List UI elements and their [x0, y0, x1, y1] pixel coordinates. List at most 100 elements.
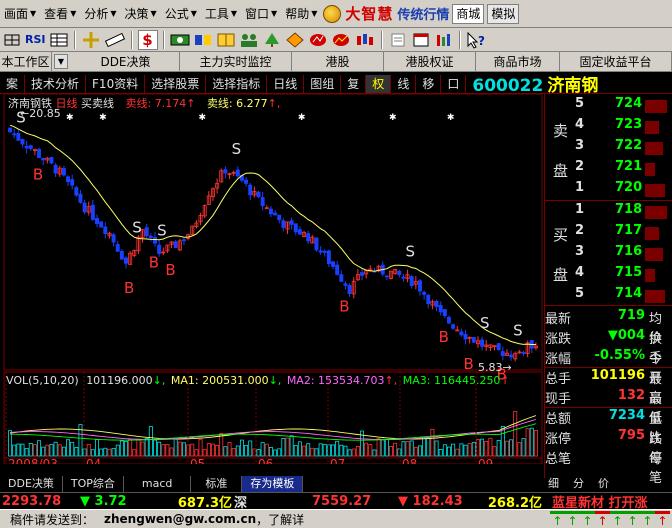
menu-screen[interactable]: 画面 ▼: [0, 4, 40, 24]
menu-formula[interactable]: 公式 ▼: [161, 4, 201, 24]
kline-chart[interactable]: S B B S B S B S B S B B S B S ✱ ✱ ✱ ✱ ✱ ✱ 2008/03 04 05 06 07 08 0…: [0, 93, 543, 471]
sell-order-row[interactable]: 5 724: [545, 96, 672, 117]
quote-value: 795: [617, 428, 645, 443]
tab-simulate[interactable]: 模拟: [487, 3, 520, 24]
chevron-down-icon: ▼: [150, 8, 157, 18]
candle-body: [331, 261, 336, 267]
crosshair-icon[interactable]: [81, 30, 101, 50]
bars-icon[interactable]: [434, 30, 454, 50]
bottom-tab-save-template[interactable]: 存为模板: [242, 476, 304, 492]
sz-index-value[interactable]: 7559.27: [312, 494, 398, 509]
chevron-down-icon[interactable]: ▼: [54, 54, 68, 69]
buy-order-row[interactable]: 1 718: [545, 202, 672, 223]
sh-index-value[interactable]: 2293.78: [0, 494, 80, 509]
quote-tab-minute[interactable]: 分: [573, 476, 584, 492]
nav-item-commodity[interactable]: 商品市场: [476, 52, 560, 71]
nav-item-hk-stock[interactable]: 港股: [292, 52, 384, 71]
nav-item-hk-warrant[interactable]: 港股权证: [384, 52, 476, 71]
date-label: 2008/03: [8, 457, 58, 464]
chart-tab-select-indicator[interactable]: 选择指标: [206, 74, 268, 93]
bottom-tab-macd[interactable]: macd: [124, 476, 192, 492]
menu-help[interactable]: 帮助 ▼: [281, 4, 321, 24]
sz-label[interactable]: 深: [232, 492, 312, 511]
buy-order-row[interactable]: 5 714: [545, 286, 672, 307]
sell-order-row[interactable]: 3 722: [545, 138, 672, 159]
money-icon[interactable]: [170, 30, 190, 50]
diamond-icon[interactable]: [285, 30, 305, 50]
nav-item-fixed-income[interactable]: 固定收益平台: [560, 52, 672, 71]
candle-body: [124, 257, 128, 264]
people-icon[interactable]: [239, 30, 259, 50]
sell-order-row[interactable]: 2 721: [545, 159, 672, 180]
candle-body: [297, 229, 302, 235]
status-email[interactable]: zhengwen@gw.com.cn: [94, 512, 256, 526]
rsi-button[interactable]: RSI: [25, 30, 46, 50]
chart-tab-f10[interactable]: F10资料: [86, 74, 146, 93]
menu-window[interactable]: 窗口 ▼: [241, 4, 281, 24]
candle-body: [53, 164, 58, 174]
buy-order-row[interactable]: 4 715: [545, 265, 672, 286]
menu-tools[interactable]: 工具 ▼: [201, 4, 241, 24]
tab-mall[interactable]: 商城: [452, 3, 485, 24]
menu-view[interactable]: 查看 ▼: [40, 4, 80, 24]
chart-tab-daily[interactable]: 日线: [267, 74, 305, 93]
menu-decision[interactable]: 决策 ▼: [121, 4, 161, 24]
candle-body: [173, 241, 178, 249]
bottom-tab-dde[interactable]: DDE决策: [0, 476, 63, 492]
chart-tab-line[interactable]: 线: [391, 74, 417, 93]
buy-order-row[interactable]: 2 717: [545, 223, 672, 244]
ruler-icon[interactable]: [104, 30, 126, 50]
candle-body: [223, 169, 228, 174]
chart-tab-restore[interactable]: 复: [341, 74, 367, 93]
menu-analysis[interactable]: 分析 ▼: [80, 4, 120, 24]
high-price-label: ←20.85: [20, 107, 61, 120]
sell-signal: S: [480, 314, 490, 332]
calendar-icon[interactable]: [411, 30, 431, 50]
grid-icon[interactable]: [2, 30, 22, 50]
buy-order-price: 715: [615, 265, 643, 280]
quote-tab-detail[interactable]: 细: [548, 476, 559, 492]
stock-circle-icon[interactable]: [331, 30, 351, 50]
chart-tab-rights[interactable]: 权: [366, 74, 392, 93]
candle-body: [103, 226, 108, 235]
candle-body: [451, 324, 456, 329]
sell-signal: S: [406, 243, 416, 261]
puzzle-icon[interactable]: [193, 30, 213, 50]
red-chart-icon[interactable]: [308, 30, 328, 50]
chart-tab-move[interactable]: 移: [416, 74, 442, 93]
chart-tab-group[interactable]: 图组: [304, 74, 342, 93]
dollar-button[interactable]: $: [137, 29, 158, 50]
bottom-tab-top[interactable]: TOP综合: [63, 476, 124, 492]
chart-tab-case[interactable]: 案: [0, 74, 26, 93]
buy-order-price: 716: [615, 244, 643, 259]
quote-tab-price[interactable]: 价: [598, 476, 609, 492]
menu-bar: 画面 ▼ 查看 ▼ 分析 ▼ 决策 ▼ 公式 ▼ 工具 ▼ 窗口 ▼ 帮助 ▼ 大智慧 传统行情…: [0, 0, 672, 28]
chart-tab-select-stock[interactable]: 选择股票: [145, 74, 207, 93]
candle-body: [37, 149, 42, 158]
chevron-down-icon: ▼: [311, 8, 318, 18]
tree-icon[interactable]: [262, 30, 282, 50]
brand: 大智慧 传统行情: [323, 3, 449, 25]
chart-tab-box[interactable]: 口: [441, 74, 467, 93]
candle-body: [422, 291, 427, 295]
book-icon[interactable]: [216, 30, 236, 50]
sell-order-row[interactable]: 1 720: [545, 180, 672, 201]
document-icon[interactable]: [388, 30, 408, 50]
nav-item-dde[interactable]: DDE决策: [72, 52, 180, 71]
toolbar-separator: [458, 30, 461, 49]
sell-order-row[interactable]: 4 723: [545, 117, 672, 138]
nav-item-main-monitor[interactable]: 主力实时监控: [180, 52, 292, 71]
quote-value: 132: [617, 388, 645, 403]
nav-item-workspace[interactable]: 本工作区: [0, 52, 52, 71]
chart-tab-tech[interactable]: 技术分析: [25, 74, 87, 93]
help-cursor-icon[interactable]: ?: [466, 30, 488, 50]
buy-signal: B: [463, 355, 473, 373]
sell-volume-bar: [645, 142, 663, 155]
status-left: 稿件请发送到：: [10, 512, 95, 527]
bottom-tab-standard[interactable]: 标准: [191, 476, 243, 492]
buy-order-row[interactable]: 3 716: [545, 244, 672, 265]
news-ticker[interactable]: 蓝星新材 打开涨: [542, 492, 648, 511]
candle-body: [409, 276, 414, 286]
candle-icon[interactable]: [354, 30, 376, 50]
table-icon[interactable]: [49, 30, 69, 50]
